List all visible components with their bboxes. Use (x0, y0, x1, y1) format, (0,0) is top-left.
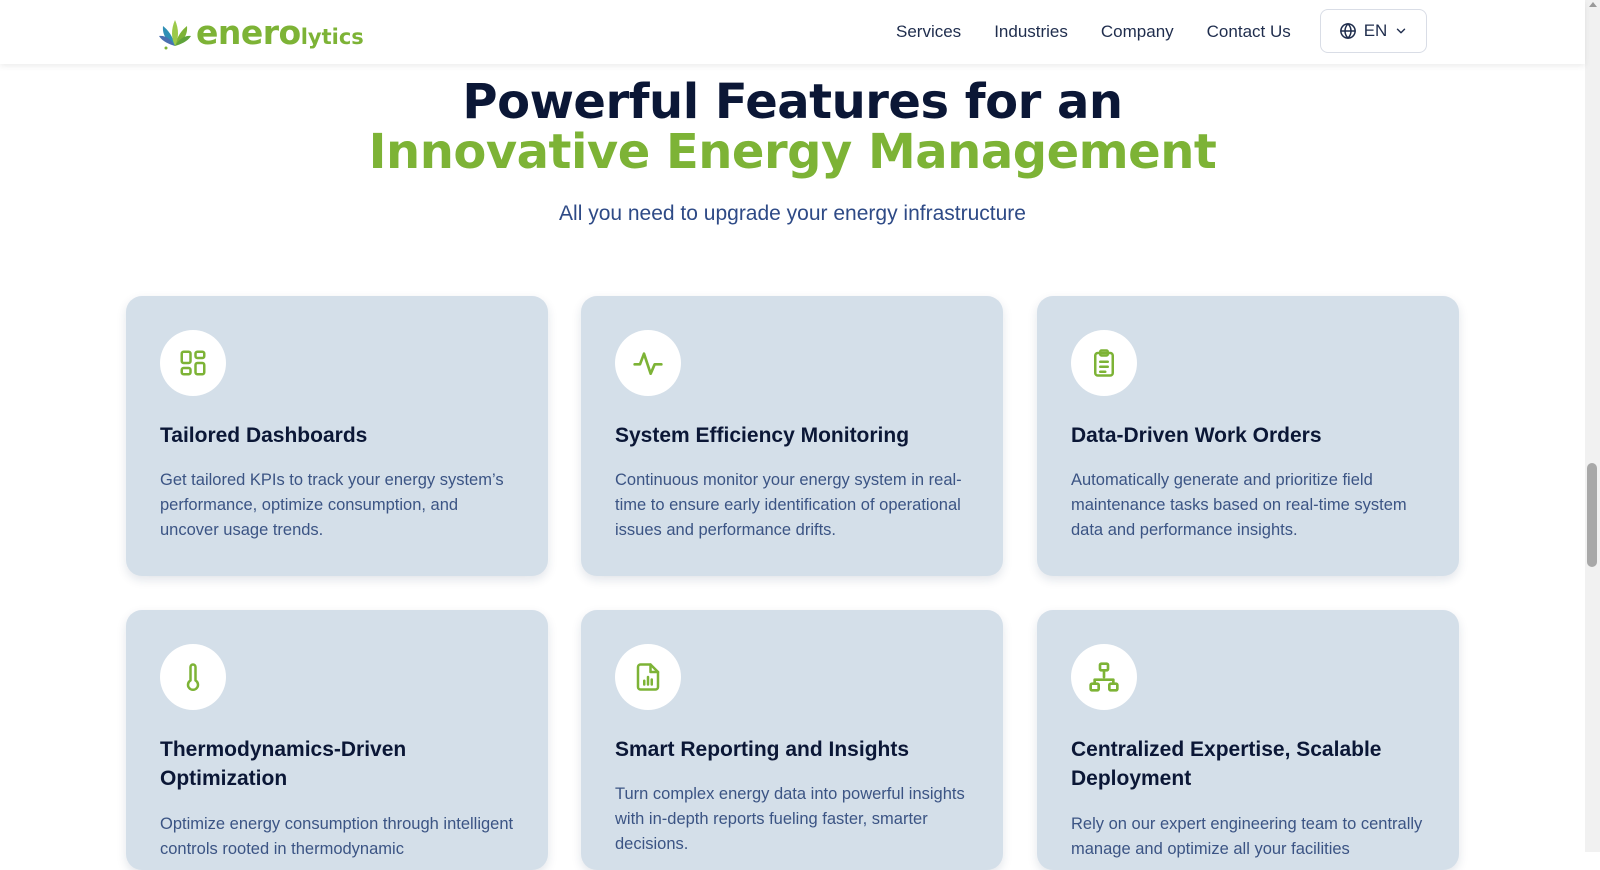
feature-description: Continuous monitor your energy system in… (615, 471, 962, 539)
feature-title: System Efficiency Monitoring (615, 424, 910, 447)
feature-icon-circle (1071, 330, 1137, 396)
scroll-thumb[interactable] (1587, 463, 1597, 567)
feature-title: Smart Reporting and Insights (615, 738, 910, 761)
feature-description: Optimize energy consumption through inte… (160, 815, 514, 858)
feature-description: Get tailored KPIs to track your energy s… (160, 471, 504, 539)
brand-name-sub: lytics (300, 25, 364, 49)
nav-item-contact-us[interactable]: Contact Us (1207, 22, 1291, 42)
hero-title-line1: Powerful Features for an (462, 74, 1123, 130)
feature-description: Rely on our expert engineering team to c… (1071, 815, 1423, 858)
feature-description: Automatically generate and prioritize fi… (1071, 471, 1407, 539)
hero-title-line2: Innovative Energy Management (368, 124, 1217, 180)
language-label: EN (1363, 21, 1388, 40)
feature-card-system-efficiency-monitoring: System Efficiency Monitoring Continuous … (581, 296, 1003, 576)
feature-card-centralized-expertise: Centralized Expertise, Scalable Deployme… (1037, 610, 1459, 870)
feature-card-smart-reporting: Smart Reporting and Insights Turn comple… (581, 610, 1003, 870)
feature-icon-circle (615, 330, 681, 396)
globe-icon (1339, 22, 1356, 40)
activity-pulse-icon (633, 352, 663, 375)
hero-subtitle: All you need to upgrade your energy infr… (559, 202, 1026, 225)
clipboard-list-icon (1094, 349, 1114, 377)
feature-title: Data-Driven Work Orders (1071, 424, 1322, 447)
main-nav: Services Industries Company Contact Us (896, 0, 1291, 64)
dashboard-icon (180, 350, 206, 376)
feature-card-data-driven-work-orders: Data-Driven Work Orders Automatically ge… (1037, 296, 1459, 576)
brand-logo[interactable]: enero lytics (158, 14, 364, 50)
chevron-down-icon (1397, 28, 1406, 34)
report-chart-icon (636, 663, 660, 691)
nav-item-industries[interactable]: Industries (994, 22, 1068, 42)
feature-title: Tailored Dashboards (160, 424, 368, 447)
site-header: enero lytics Services Industries Company… (0, 0, 1585, 64)
language-selector[interactable]: EN (1320, 9, 1427, 53)
page-scrollbar[interactable] (1585, 0, 1600, 852)
feature-icon-circle (615, 644, 681, 710)
feature-icon-circle (160, 330, 226, 396)
feature-description: Turn complex energy data into powerful i… (615, 785, 965, 853)
network-hierarchy-icon (1089, 662, 1119, 692)
nav-item-company[interactable]: Company (1101, 22, 1174, 42)
feature-title: Thermodynamics-Driven Optimization (160, 738, 407, 790)
thermometer-icon (186, 663, 200, 691)
nav-item-services[interactable]: Services (896, 22, 961, 42)
scroll-up-arrow-icon[interactable] (1589, 2, 1597, 7)
feature-title: Centralized Expertise, Scalable Deployme… (1071, 738, 1382, 790)
brand-name-main: enero (196, 13, 301, 52)
feature-card-thermodynamics-optimization: Thermodynamics-Driven Optimization Optim… (126, 610, 548, 870)
feature-card-tailored-dashboards: Tailored Dashboards Get tailored KPIs to… (126, 296, 548, 576)
feature-icon-circle (1071, 644, 1137, 710)
feature-icon-circle (160, 644, 226, 710)
leaf-logo-icon (159, 20, 191, 50)
